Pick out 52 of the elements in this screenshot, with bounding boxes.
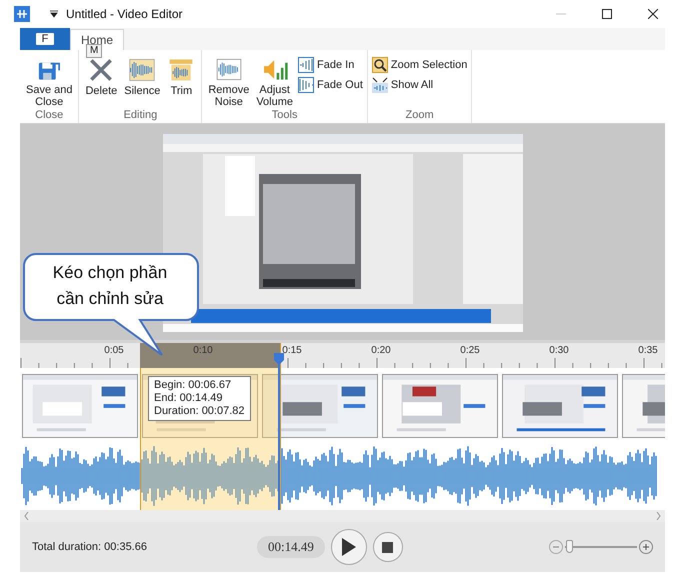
ribbon-button[interactable]: Show All	[372, 76, 468, 94]
file-tab[interactable]: F	[20, 28, 70, 50]
play-icon	[342, 538, 356, 556]
ribbon-button[interactable]: Remove Noise	[206, 56, 252, 108]
ruler-label: 0:30	[549, 345, 569, 356]
slider-thumb[interactable]	[566, 540, 573, 553]
zoom-out-icon[interactable]	[549, 540, 563, 554]
ribbon-button[interactable]: Trim	[165, 56, 198, 108]
window-title: Untitled - Video Editor	[66, 7, 183, 21]
tooltip-text: Duration: 00:07.82	[154, 405, 245, 418]
ruler-label: 0:20	[371, 345, 391, 356]
ribbon-button[interactable]: Fade Out	[298, 76, 363, 94]
zoom-in-icon[interactable]	[639, 540, 653, 554]
stop-button[interactable]	[372, 532, 403, 562]
maximize-icon	[602, 9, 612, 19]
ribbon-button[interactable]: Delete	[83, 56, 120, 108]
total-duration: Total duration: 00:35.66	[32, 541, 147, 553]
waveform-icon	[128, 56, 156, 84]
app-icon	[14, 6, 30, 22]
scroll-left-icon[interactable]	[24, 512, 29, 520]
ribbon-button[interactable]: Fade In	[298, 56, 363, 74]
fade-in-icon	[298, 57, 314, 73]
selection-marker[interactable]	[140, 343, 280, 368]
expand-icon	[372, 77, 388, 93]
ribbon-button[interactable]: Save and Close	[24, 56, 74, 108]
ruler-label: 0:10	[193, 345, 213, 356]
waveform-icon	[214, 56, 243, 83]
callout-text: Kéo chọn phần cần chỉnh sửa	[52, 262, 168, 310]
close-icon	[648, 9, 658, 19]
tooltip-text: End: 00:14.49	[154, 392, 224, 405]
time-display: 00:14.49	[256, 536, 325, 558]
ribbon-button[interactable]: Adjust Volume	[254, 56, 296, 108]
ruler-label: 0:35	[638, 345, 658, 356]
playhead-handle-icon[interactable]	[274, 353, 284, 365]
ruler-label: 0:15	[282, 345, 302, 356]
stop-icon	[382, 542, 394, 552]
tooltip-text: Begin: 00:06.67	[154, 379, 232, 392]
play-button[interactable]	[330, 529, 367, 565]
group-label: Close	[34, 109, 64, 123]
scroll-right-icon[interactable]	[656, 512, 661, 520]
fade-out-icon	[298, 77, 314, 93]
ruler-label: 0:25	[460, 345, 480, 356]
keytip-tooltip: M	[86, 44, 102, 58]
group-label: Tools	[270, 109, 298, 123]
ribbon-button[interactable]: Silence	[122, 56, 162, 108]
quick-access-icon[interactable]	[50, 10, 58, 18]
group-label: Editing	[122, 109, 158, 123]
group-label: Zoom	[404, 109, 435, 123]
keytip-label: F	[36, 33, 54, 45]
ribbon-button[interactable]: Zoom Selection	[372, 56, 468, 74]
search-icon	[372, 57, 388, 73]
ruler-label: 0:05	[104, 345, 124, 356]
